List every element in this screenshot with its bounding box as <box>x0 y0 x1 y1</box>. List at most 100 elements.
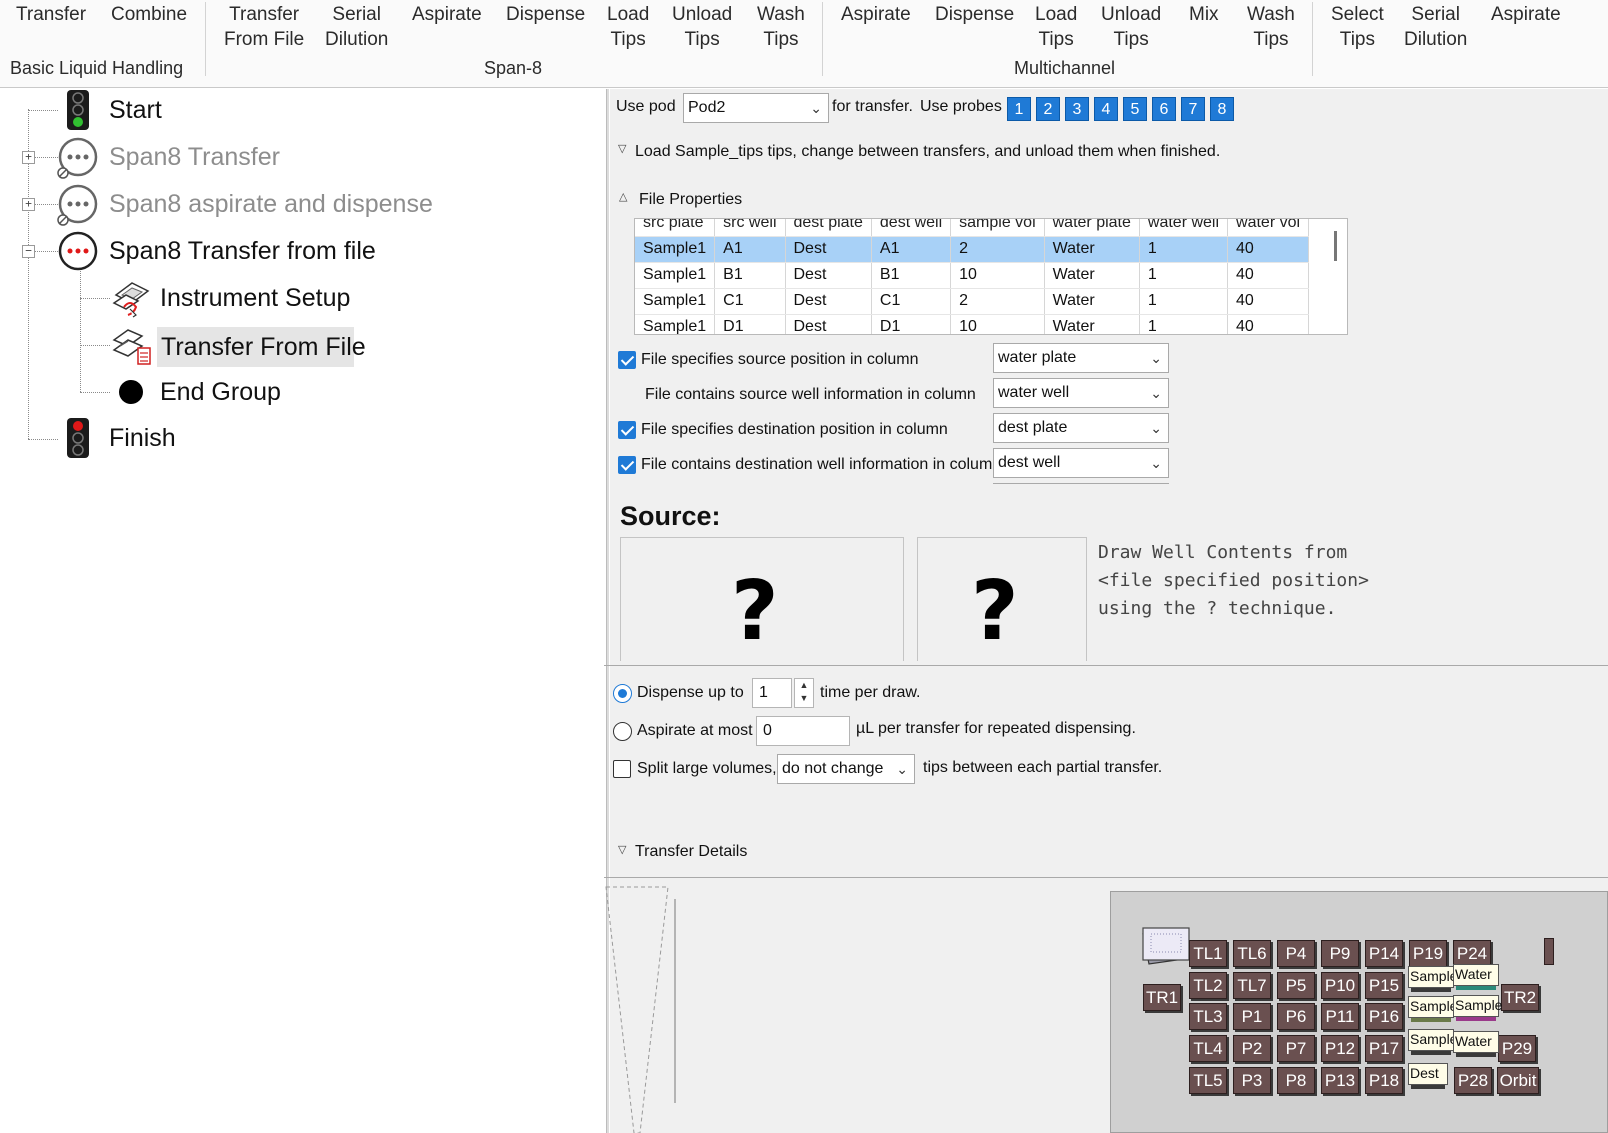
grid-cell[interactable]: A1 <box>714 236 786 263</box>
table-row[interactable]: Sample1 B1 Dest B1 10 Water 1 40 <box>635 262 1310 289</box>
plate-dest[interactable]: Dest <box>1408 1063 1448 1089</box>
probe-1-toggle[interactable]: 1 <box>1007 97 1031 121</box>
mc-aspirate-button[interactable]: Aspirate <box>841 2 911 27</box>
tips-summary-text[interactable]: Load Sample_tips tips, change between tr… <box>635 143 1220 161</box>
probe-2-toggle[interactable]: 2 <box>1036 97 1060 121</box>
grid-cell[interactable]: Dest <box>785 236 872 263</box>
grid-cell[interactable]: B1 <box>714 262 786 289</box>
grid-cell[interactable]: Dest <box>785 288 872 315</box>
destination-position-checkbox[interactable] <box>618 421 636 439</box>
source-well-select[interactable]: water well ⌄ <box>993 378 1169 408</box>
col-header[interactable]: water plate <box>1044 219 1140 237</box>
span8-aspirate-button[interactable]: Aspirate <box>412 2 482 27</box>
grid-cell[interactable]: 40 <box>1227 288 1310 315</box>
expand-toggle[interactable]: + <box>22 151 35 164</box>
mc-dispense-button[interactable]: Dispense <box>935 2 1014 27</box>
deck-position-P24[interactable]: P24 <box>1453 940 1491 967</box>
select-tips-button[interactable]: Select Tips <box>1331 2 1384 52</box>
transfer-button[interactable]: Transfer <box>16 2 86 27</box>
deck-position-TR2[interactable]: TR2 <box>1501 984 1539 1011</box>
destination-well-select[interactable]: dest well ⌄ <box>993 448 1169 478</box>
grid-cell[interactable]: 40 <box>1227 236 1310 263</box>
plate-water[interactable]: Water <box>1453 1031 1499 1057</box>
probe-6-toggle[interactable]: 6 <box>1152 97 1176 121</box>
col-header[interactable]: src plate <box>635 219 716 237</box>
grid-cell[interactable]: 10 <box>950 314 1045 334</box>
grid-cell[interactable]: 2 <box>950 236 1045 263</box>
dispense-count-input[interactable]: 1 <box>752 678 792 708</box>
deck-position-P15[interactable]: P15 <box>1365 972 1403 999</box>
plate-water[interactable]: Water <box>1453 964 1499 990</box>
split-volumes-checkbox[interactable] <box>613 760 631 778</box>
file-data-grid[interactable]: src plate src well dest plate dest well … <box>634 218 1348 335</box>
span8-wash-tips-button[interactable]: Wash Tips <box>757 2 805 52</box>
grid-cell[interactable]: Dest <box>785 262 872 289</box>
grid-cell[interactable]: 40 <box>1227 262 1310 289</box>
probe-5-toggle[interactable]: 5 <box>1123 97 1147 121</box>
tips-expand-icon[interactable]: ▽ <box>618 142 626 155</box>
deck-position-P5[interactable]: P5 <box>1277 972 1315 999</box>
grid-cell[interactable]: B1 <box>871 262 952 289</box>
deck-position-P9[interactable]: P9 <box>1321 940 1359 967</box>
table-row[interactable]: Sample1 A1 Dest A1 2 Water 1 40 <box>635 236 1310 263</box>
deck-position-P10[interactable]: P10 <box>1321 972 1359 999</box>
aspirate-volume-input[interactable]: 0 <box>756 716 850 746</box>
collapse-toggle[interactable]: − <box>22 245 35 258</box>
deck-position-TL1[interactable]: TL1 <box>1189 940 1227 967</box>
grid-cell[interactable]: Sample1 <box>635 288 716 315</box>
col-header[interactable]: sample vol <box>950 219 1045 237</box>
g4-aspirate-button[interactable]: Aspirate <box>1491 2 1561 27</box>
deck-position-TL7[interactable]: TL7 <box>1233 972 1271 999</box>
grid-cell[interactable]: 1 <box>1139 288 1229 315</box>
table-row[interactable]: Sample1 C1 Dest C1 2 Water 1 40 <box>635 288 1310 315</box>
deck-position-P14[interactable]: P14 <box>1365 940 1403 967</box>
source-position-select[interactable]: water plate ⌄ <box>993 343 1169 373</box>
tree-node-span8-transfer[interactable]: Span8 Transfer <box>109 140 280 174</box>
deck-position-P16[interactable]: P16 <box>1365 1003 1403 1030</box>
split-tips-select[interactable]: do not change ⌄ <box>777 754 915 784</box>
grid-cell[interactable]: A1 <box>871 236 952 263</box>
deck-position-P29[interactable]: P29 <box>1498 1035 1536 1062</box>
tree-node-span8-transfer-from-file[interactable]: Span8 Transfer from file <box>109 234 376 268</box>
span8-load-tips-button[interactable]: Load Tips <box>607 2 649 52</box>
grid-cell[interactable]: D1 <box>714 314 786 334</box>
dispense-count-stepper[interactable]: ▲ ▼ <box>794 678 814 708</box>
mc-load-tips-button[interactable]: Load Tips <box>1035 2 1077 52</box>
col-header[interactable]: dest plate <box>785 219 872 237</box>
tree-node-finish[interactable]: Finish <box>109 421 176 455</box>
deck-position-P17[interactable]: P17 <box>1365 1035 1403 1062</box>
grid-scrollbar[interactable] <box>1334 231 1337 261</box>
probe-4-toggle[interactable]: 4 <box>1094 97 1118 121</box>
transfer-from-file-button[interactable]: Transfer From File <box>224 2 304 52</box>
grid-cell[interactable]: Water <box>1044 314 1140 334</box>
deck-position-TL4[interactable]: TL4 <box>1189 1035 1227 1062</box>
deck-position-P11[interactable]: P11 <box>1321 1003 1359 1030</box>
grid-cell[interactable]: C1 <box>871 288 952 315</box>
expand-toggle[interactable]: + <box>22 198 35 211</box>
grid-cell[interactable]: 40 <box>1227 314 1310 334</box>
deck-position-orbit[interactable]: Orbit <box>1497 1067 1539 1094</box>
grid-cell[interactable]: 1 <box>1139 262 1229 289</box>
grid-cell[interactable]: Dest <box>785 314 872 334</box>
mc-unload-tips-button[interactable]: Unload Tips <box>1101 2 1161 52</box>
grid-cell[interactable]: Water <box>1044 288 1140 315</box>
serial-dilution-button[interactable]: Serial Dilution <box>325 2 388 52</box>
span8-unload-tips-button[interactable]: Unload Tips <box>672 2 732 52</box>
deck-position-TL2[interactable]: TL2 <box>1189 972 1227 999</box>
plate-sample[interactable]: Sample <box>1408 1029 1457 1055</box>
source-position-checkbox[interactable] <box>618 351 636 369</box>
mc-wash-tips-button[interactable]: Wash Tips <box>1247 2 1295 52</box>
file-properties-collapse-icon[interactable]: △ <box>619 190 627 203</box>
table-row[interactable]: Sample1 D1 Dest D1 10 Water 1 40 <box>635 314 1310 334</box>
grid-cell[interactable]: Sample1 <box>635 262 716 289</box>
plate-sample[interactable]: Sample <box>1408 996 1457 1022</box>
deck-position-P8[interactable]: P8 <box>1277 1067 1315 1094</box>
deck-position-TL3[interactable]: TL3 <box>1189 1003 1227 1030</box>
deck-position-P7[interactable]: P7 <box>1277 1035 1315 1062</box>
deck-position-P18[interactable]: P18 <box>1365 1067 1403 1094</box>
tree-node-start[interactable]: Start <box>109 93 162 127</box>
destination-position-select[interactable]: dest plate ⌄ <box>993 413 1169 443</box>
deck-position-P19[interactable]: P19 <box>1409 940 1447 967</box>
deck-position-P3[interactable]: P3 <box>1233 1067 1271 1094</box>
col-header[interactable]: water vol <box>1227 219 1310 237</box>
